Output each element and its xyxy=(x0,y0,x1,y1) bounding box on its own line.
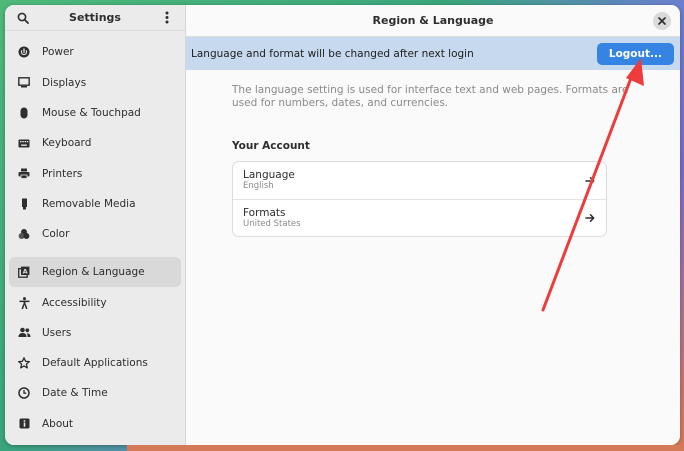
sidebar-item-accessibility[interactable]: Accessibility xyxy=(9,288,181,318)
sidebar-item-removable-media[interactable]: Removable Media xyxy=(9,189,181,219)
printer-icon xyxy=(17,167,31,181)
sidebar-item-label: Date & Time xyxy=(42,387,108,400)
sidebar-item-color[interactable]: Color xyxy=(9,219,181,249)
sidebar-item-label: About xyxy=(42,417,74,430)
sidebar-item-keyboard[interactable]: Keyboard xyxy=(9,128,181,158)
svg-text:A: A xyxy=(23,268,28,276)
language-row-text: Language English xyxy=(243,169,295,192)
sidebar-item-label: Color xyxy=(42,228,70,241)
desktop-strip xyxy=(127,445,684,451)
sidebar-item-label: Removable Media xyxy=(42,197,136,210)
mouse-icon xyxy=(17,106,31,120)
sidebar-header: Settings xyxy=(5,5,185,32)
color-icon xyxy=(17,227,31,241)
formats-row-text: Formats United States xyxy=(243,207,301,230)
sidebar-item-label: Displays xyxy=(42,76,87,89)
sidebar-item-label: Power xyxy=(42,46,74,59)
clock-icon xyxy=(17,386,31,400)
sidebar-item-label: Keyboard xyxy=(42,137,92,150)
sidebar-item-date-time[interactable]: Date & Time xyxy=(9,378,181,408)
settings-window: Settings Power Displays Mouse & Touchpad… xyxy=(5,5,680,445)
row-title: Language xyxy=(243,169,295,181)
sidebar-item-label: Default Applications xyxy=(42,357,148,370)
account-list: Language English Formats United States xyxy=(232,161,607,237)
sidebar-item-default-applications[interactable]: Default Applications xyxy=(9,348,181,378)
main-header: Region & Language xyxy=(186,5,680,37)
sidebar-item-mouse[interactable]: Mouse & Touchpad xyxy=(9,98,181,128)
row-subtitle: English xyxy=(243,181,274,191)
language-row[interactable]: Language English xyxy=(233,162,606,199)
sidebar-item-printers[interactable]: Printers xyxy=(9,159,181,189)
sidebar-item-label: Accessibility xyxy=(42,296,107,309)
main-pane: Region & Language Language and format wi… xyxy=(186,5,680,445)
row-title: Formats xyxy=(243,206,286,219)
info-icon xyxy=(17,417,31,431)
close-icon xyxy=(658,15,666,28)
formats-row[interactable]: Formats United States xyxy=(233,199,606,236)
arrow-right-icon xyxy=(584,212,596,224)
star-icon xyxy=(17,356,31,370)
region-icon: A xyxy=(17,265,31,279)
logout-banner: Language and format will be changed afte… xyxy=(186,37,680,70)
page-title: Region & Language xyxy=(372,14,494,27)
users-icon xyxy=(17,326,31,340)
close-button[interactable] xyxy=(653,12,671,30)
row-subtitle: United States xyxy=(243,218,301,229)
logout-button[interactable]: Logout... xyxy=(596,42,674,65)
display-icon xyxy=(17,76,31,90)
sidebar-item-about[interactable]: About xyxy=(9,409,181,439)
keyboard-icon xyxy=(17,136,31,150)
sidebar-item-region-language[interactable]: A Region & Language xyxy=(9,257,181,288)
sidebar-item-label: Printers xyxy=(42,167,83,180)
sidebar-item-label: Users xyxy=(42,326,72,339)
sidebar-title: Settings xyxy=(69,11,121,25)
usb-icon xyxy=(17,197,31,211)
accessibility-icon xyxy=(17,296,31,310)
section-title: Your Account xyxy=(232,140,310,152)
sidebar-item-power[interactable]: Power xyxy=(9,37,181,67)
arrow-right-icon xyxy=(584,175,596,187)
sidebar-item-label: Region & Language xyxy=(42,266,145,279)
sidebar: Settings Power Displays Mouse & Touchpad… xyxy=(5,5,186,445)
description-text: The language setting is used for interfa… xyxy=(232,84,629,109)
sidebar-item-displays[interactable]: Displays xyxy=(9,68,181,98)
sidebar-item-users[interactable]: Users xyxy=(9,318,181,348)
content: The language setting is used for interfa… xyxy=(186,70,680,237)
power-icon xyxy=(17,45,31,59)
banner-message: Language and format will be changed afte… xyxy=(191,47,474,60)
sidebar-item-label: Mouse & Touchpad xyxy=(42,107,141,120)
search-icon[interactable] xyxy=(15,10,31,26)
menu-icon[interactable] xyxy=(159,10,175,26)
sidebar-nav: Power Displays Mouse & Touchpad Keyboard xyxy=(5,31,185,445)
